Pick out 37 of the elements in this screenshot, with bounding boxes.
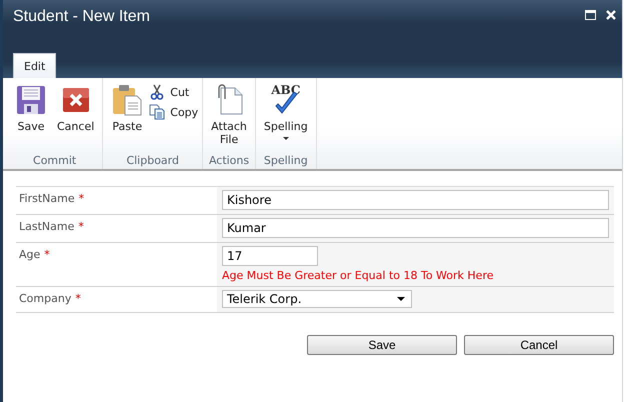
field-label: Age [19, 248, 40, 261]
ribbon-button[interactable]: Attach File [207, 82, 251, 148]
input-field[interactable]: 17 [222, 246, 318, 266]
caret-icon [397, 297, 405, 301]
field-label: FirstName [19, 192, 75, 205]
ribbon-button[interactable]: Cancel [53, 82, 98, 135]
required-mark: * [75, 292, 81, 305]
error-message: Age Must Be Greater or Equal to 18 To Work Here [222, 269, 494, 282]
required-mark: * [78, 220, 84, 233]
input-field[interactable]: Kishore [222, 190, 609, 210]
required-mark: * [78, 192, 84, 205]
group-label: Actions [208, 154, 250, 167]
field-label: LastName [19, 220, 74, 233]
clipboard-icon [111, 84, 144, 116]
maximize-icon[interactable] [585, 10, 596, 20]
ribbon-button[interactable]: Save [11, 82, 51, 135]
scissors-icon [149, 84, 166, 100]
dropdown[interactable]: Telerik Corp. [222, 290, 412, 308]
ribbon-tab[interactable]: Edit [13, 53, 56, 78]
form-button[interactable]: Save [307, 335, 457, 355]
abc-label: ABC [271, 84, 300, 96]
ribbon-button[interactable]: Cut [149, 84, 198, 100]
ribbon-button[interactable]: Paste [107, 82, 148, 135]
ribbon-button[interactable]: Copy [149, 104, 198, 120]
required-mark: * [44, 248, 50, 261]
group-label: Commit [32, 154, 78, 167]
group-label: Spelling [262, 154, 309, 167]
close-icon[interactable] [606, 10, 616, 20]
check-mark-icon [274, 92, 298, 116]
form-button[interactable]: Cancel [464, 335, 614, 355]
save-icon [15, 84, 47, 116]
field-label: Company [19, 292, 72, 305]
window-title: Student - New Item [13, 8, 150, 26]
copy-icon [149, 104, 166, 120]
ribbon-button[interactable]: ABC Spelling [260, 82, 312, 142]
input-field[interactable]: Kumar [222, 218, 609, 238]
group-label: Clipboard [125, 154, 180, 167]
